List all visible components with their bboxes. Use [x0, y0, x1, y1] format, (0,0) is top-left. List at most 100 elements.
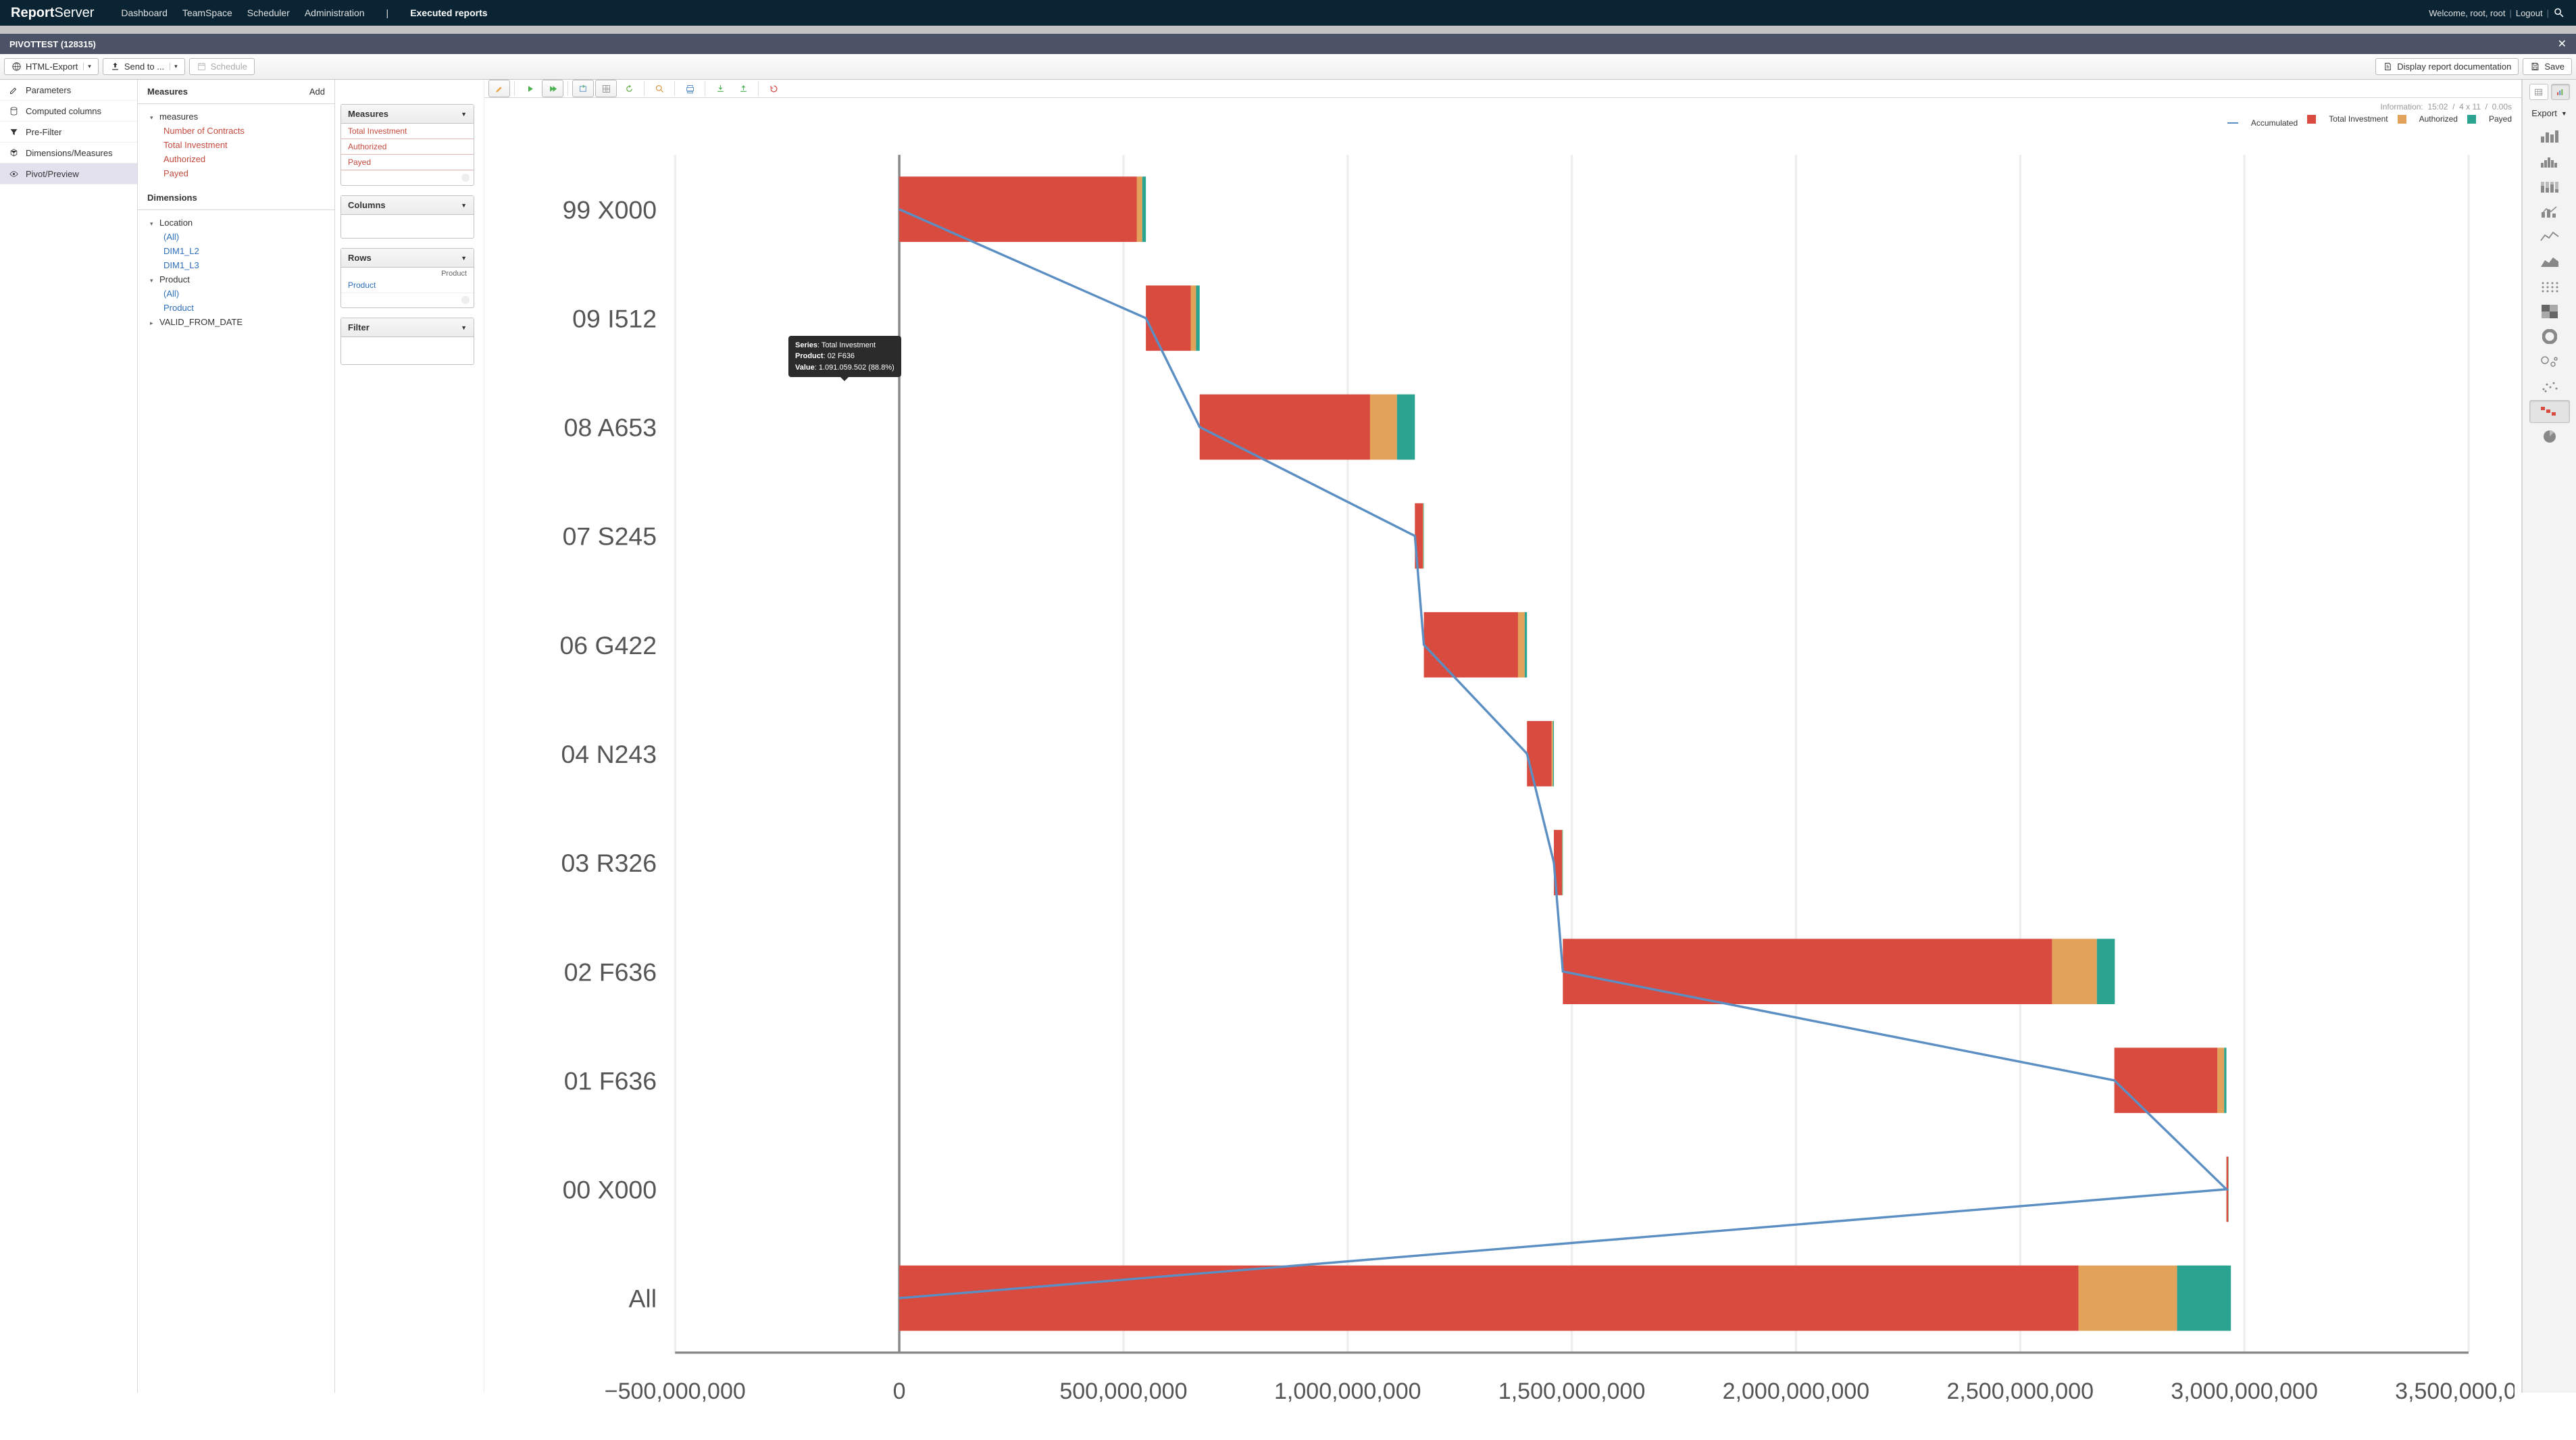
export-dropdown[interactable]: Export▼ [2531, 108, 2567, 118]
refresh-tool[interactable] [618, 80, 640, 97]
drop-filter[interactable]: Filter▼ [340, 318, 474, 365]
send-to-button[interactable]: Send to ...▾ [103, 58, 185, 75]
chart-pie-button[interactable] [2529, 425, 2570, 448]
chart-dots-button[interactable] [2529, 275, 2570, 298]
dim-product[interactable]: Product [138, 272, 334, 287]
html-export-button[interactable]: HTML-Export▾ [4, 58, 99, 75]
leftnav-pivot-preview[interactable]: Pivot/Preview [0, 164, 137, 184]
nav-administration[interactable]: Administration [305, 7, 365, 18]
view-chart-button[interactable] [2551, 84, 2570, 100]
pivot-config: Measures▼ Total Investment Authorized Pa… [335, 80, 484, 1393]
dim-item[interactable]: (All) [138, 287, 334, 301]
save-button[interactable]: Save [2523, 58, 2572, 75]
svg-text:04 N243: 04 N243 [561, 739, 657, 768]
nav-links: Dashboard TeamSpace Scheduler Administra… [121, 7, 487, 18]
drop-rows[interactable]: Rows▼ Product Product [340, 248, 474, 308]
display-documentation-button[interactable]: Display report documentation [2375, 58, 2519, 75]
chart-waterfall-button[interactable] [2529, 400, 2570, 423]
edit-icon [8, 84, 19, 95]
dim-location[interactable]: Location [138, 216, 334, 230]
eye-icon [8, 168, 19, 179]
chart-tooltip: Series: Total Investment Product: 02 F63… [788, 336, 901, 378]
chip-payed[interactable]: Payed [341, 155, 474, 170]
chart-type-rail: Export▼ [2522, 80, 2576, 1393]
svg-text:2,500,000,000: 2,500,000,000 [1946, 1378, 2094, 1404]
nav-executed-reports[interactable]: Executed reports [410, 7, 487, 18]
globe-icon [11, 61, 22, 72]
measure-item[interactable]: Total Investment [138, 138, 334, 152]
measure-item[interactable]: Number of Contracts [138, 124, 334, 138]
calendar-icon [197, 61, 207, 72]
reset-icon [769, 84, 779, 94]
chart-bar-button[interactable] [2529, 125, 2570, 148]
chip-product[interactable]: Product [341, 278, 474, 293]
chart-line-button[interactable] [2529, 225, 2570, 248]
stacked-bar-icon [2540, 180, 2560, 193]
refresh-arrow-icon [624, 84, 634, 94]
chart-scatter-button[interactable] [2529, 375, 2570, 398]
chip-authorized[interactable]: Authorized [341, 139, 474, 155]
drop-measures[interactable]: Measures▼ Total Investment Authorized Pa… [340, 104, 474, 186]
dim-item[interactable]: (All) [138, 230, 334, 244]
nav-dashboard[interactable]: Dashboard [121, 7, 168, 18]
search-icon[interactable] [2553, 7, 2565, 19]
grid-tool[interactable] [595, 80, 617, 97]
donut-icon [2542, 329, 2557, 344]
download-tool[interactable] [709, 80, 731, 97]
dim-item[interactable]: DIM1_L2 [138, 244, 334, 258]
nav-separator: | [386, 7, 389, 18]
report-toolbar: HTML-Export▾ Send to ...▾ Schedule Displ… [0, 54, 2576, 80]
measures-group[interactable]: measures [138, 109, 334, 124]
print-tool[interactable] [679, 80, 701, 97]
chart-area-button[interactable] [2529, 250, 2570, 273]
bar-chart-icon [2540, 130, 2560, 143]
chart[interactable]: −500,000,0000500,000,0001,000,000,0001,5… [484, 132, 2521, 1440]
chart-donut-button[interactable] [2529, 325, 2570, 348]
reset-tool[interactable] [763, 80, 784, 97]
measure-item[interactable]: Authorized [138, 152, 334, 166]
chart-bubble-button[interactable] [2529, 350, 2570, 373]
pencil-icon [495, 84, 505, 94]
svg-text:0: 0 [893, 1378, 906, 1404]
close-icon[interactable]: ✕ [2558, 37, 2567, 51]
chart-combo-button[interactable] [2529, 200, 2570, 223]
measures-heading: Measures [147, 86, 188, 97]
chip-total-investment[interactable]: Total Investment [341, 124, 474, 139]
chart-stacked-bar-button[interactable] [2529, 175, 2570, 198]
dim-item[interactable]: DIM1_L3 [138, 258, 334, 272]
chart-icon [2555, 87, 2565, 97]
table-icon [2533, 87, 2544, 97]
edit-tool[interactable] [488, 80, 510, 97]
nav-teamspace[interactable]: TeamSpace [182, 7, 232, 18]
dim-item[interactable]: Product [138, 301, 334, 315]
leftnav-dimensions-measures[interactable]: Dimensions/Measures [0, 143, 137, 164]
chart-histogram-button[interactable] [2529, 150, 2570, 173]
add-measure-button[interactable]: Add [309, 86, 325, 97]
drop-rows-sub: Product [341, 268, 474, 278]
play-tool[interactable] [519, 80, 540, 97]
dimensions-heading: Dimensions [147, 193, 197, 203]
svg-text:01 F636: 01 F636 [564, 1066, 657, 1095]
chart-legend: AccumulatedTotal InvestmentAuthorizedPay… [484, 111, 2521, 132]
nav-scheduler[interactable]: Scheduler [247, 7, 290, 18]
chart-panel: Information: 15:02 / 4 x 11 / 0.00s Accu… [484, 80, 2522, 1393]
leftnav-parameters[interactable]: Parameters [0, 80, 137, 101]
info-line: Information: 15:02 / 4 x 11 / 0.00s [484, 98, 2521, 111]
drop-columns[interactable]: Columns▼ [340, 195, 474, 239]
svg-text:1,500,000,000: 1,500,000,000 [1498, 1378, 1646, 1404]
window-titlebar: PIVOTTEST (128315) ✕ [0, 34, 2576, 54]
leftnav-computed-columns[interactable]: Computed columns [0, 101, 137, 122]
fast-play-tool[interactable] [542, 80, 563, 97]
measure-item[interactable]: Payed [138, 166, 334, 180]
upload-tool[interactable] [732, 80, 754, 97]
zoom-tool[interactable] [649, 80, 670, 97]
chart-heatmap-button[interactable] [2529, 300, 2570, 323]
database-icon [8, 105, 19, 116]
view-table-button[interactable] [2529, 84, 2548, 100]
table-insert-tool[interactable] [572, 80, 594, 97]
main-area: Parameters Computed columns Pre-Filter D… [0, 80, 2576, 1393]
logout-link[interactable]: Logout [2516, 8, 2543, 18]
leftnav-pre-filter[interactable]: Pre-Filter [0, 122, 137, 143]
svg-text:2,000,000,000: 2,000,000,000 [1723, 1378, 1870, 1404]
dim-valid-from-date[interactable]: VALID_FROM_DATE [138, 315, 334, 329]
